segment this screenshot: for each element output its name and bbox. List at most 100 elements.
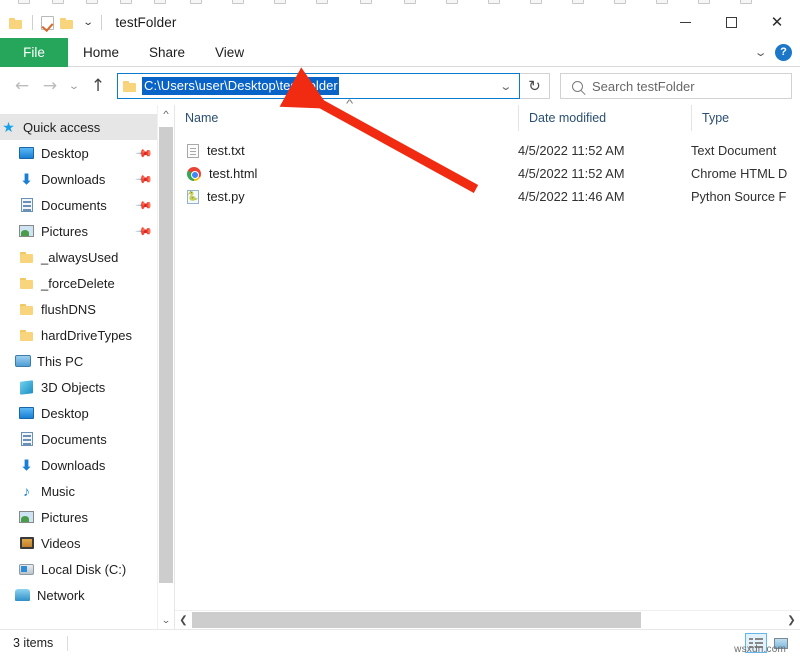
tab-share[interactable]: Share [134,38,200,67]
folder-icon [18,275,35,292]
help-icon[interactable]: ? [775,44,792,61]
scroll-thumb[interactable] [159,127,173,583]
sidebar-item-forcedelete[interactable]: _forceDelete [0,270,157,296]
address-input[interactable]: C:\Users\user\Desktop\testFolder ⌄ [117,73,520,99]
file-name-label: test.txt [207,143,245,158]
navigation-pane-scrollbar[interactable]: ^ ⌄ [157,105,174,629]
picture-icon [18,223,35,240]
up-button[interactable]: ↑ [84,71,112,101]
file-name-label: test.py [207,189,245,204]
sidebar-item-quick-access[interactable]: ★ Quick access [0,114,157,140]
file-name-cell[interactable]: test.txt [175,143,518,158]
sidebar-item-documents-qa[interactable]: Documents 📌 [0,192,157,218]
close-button[interactable]: ✕ [754,7,800,38]
scroll-left-button[interactable]: ❮ [175,611,192,629]
music-note-icon: ♪ [18,483,35,500]
pin-icon[interactable]: 📌 [135,196,154,215]
properties-checkbox-icon[interactable] [41,16,54,30]
clipped-toolbar-strip [0,0,800,7]
file-name-cell[interactable]: 🐍 test.py [175,189,518,204]
sidebar-item-label: Desktop [41,406,89,421]
item-count-label: 3 items [13,636,53,650]
sidebar-item-music[interactable]: ♪ Music [0,478,157,504]
table-row[interactable]: test.txt 4/5/2022 11:52 AM Text Document [175,139,800,162]
sidebar-item-local-disk-c[interactable]: Local Disk (C:) [0,556,157,582]
ribbon-tab-bar: File Home Share View ⌄ ? [0,38,800,67]
search-input[interactable]: Search testFolder [560,73,792,99]
maximize-button[interactable] [708,7,754,38]
sidebar-item-flushdns[interactable]: flushDNS [0,296,157,322]
scroll-right-button[interactable]: ❯ [783,611,800,629]
address-folder-icon [123,80,138,92]
chrome-file-icon [187,167,201,181]
python-file-icon: 🐍 [187,190,199,204]
sidebar-item-label: hardDriveTypes [41,328,132,343]
scroll-track[interactable] [158,123,174,611]
network-icon [14,587,31,604]
folder-icon[interactable] [9,17,24,29]
sidebar-item-label: Pictures [41,224,88,239]
video-icon [18,535,35,552]
refresh-button[interactable]: ↻ [520,73,550,99]
window-controls: ✕ [662,7,800,38]
address-dropdown-caret-icon[interactable]: ⌄ [499,80,518,93]
navigation-pane: ★ Quick access Desktop 📌 ⬇ Downloads 📌 D… [0,105,157,629]
qat-divider [32,15,33,30]
file-date-cell: 4/5/2022 11:52 AM [518,166,691,181]
file-date-cell: 4/5/2022 11:46 AM [518,189,691,204]
computer-icon [14,353,31,370]
sidebar-item-label: Videos [41,536,81,551]
sidebar-item-desktop-qa[interactable]: Desktop 📌 [0,140,157,166]
file-rows: test.txt 4/5/2022 11:52 AM Text Document… [175,131,800,610]
pin-icon[interactable]: 📌 [135,222,154,241]
table-row[interactable]: 🐍 test.py 4/5/2022 11:46 AM Python Sourc… [175,185,800,208]
file-type-cell: Chrome HTML D [691,166,800,181]
tab-home[interactable]: Home [68,38,134,67]
sidebar-item-downloads-qa[interactable]: ⬇ Downloads 📌 [0,166,157,192]
sidebar-item-this-pc[interactable]: This PC [0,348,157,374]
file-list-horizontal-scrollbar[interactable]: ❮ ❯ [175,610,800,629]
sidebar-item-label: Desktop [41,146,89,161]
scroll-thumb[interactable] [192,612,641,628]
pin-icon[interactable]: 📌 [135,144,154,163]
back-button[interactable]: ← [8,71,36,101]
download-icon: ⬇ [18,171,35,188]
customize-qat-caret-icon[interactable]: ⌄ [83,18,94,28]
status-divider [67,636,68,651]
table-row[interactable]: test.html 4/5/2022 11:52 AM Chrome HTML … [175,162,800,185]
sidebar-item-label: flushDNS [41,302,96,317]
address-path-text: C:\Users\user\Desktop\testFolder [142,77,339,95]
column-header-date-modified[interactable]: Date modified [518,105,691,131]
new-folder-icon[interactable] [60,17,75,29]
sidebar-item-network[interactable]: Network [0,582,157,608]
expand-ribbon-caret-icon[interactable]: ⌄ [753,46,767,59]
scroll-track[interactable] [192,611,783,629]
sidebar-item-harddrivetypes[interactable]: hardDriveTypes [0,322,157,348]
sidebar-item-label: _forceDelete [41,276,115,291]
sidebar-item-label: 3D Objects [41,380,105,395]
tab-view[interactable]: View [200,38,259,67]
sidebar-item-alwaysused[interactable]: _alwaysUsed [0,244,157,270]
sidebar-item-pictures-qa[interactable]: Pictures 📌 [0,218,157,244]
minimize-button[interactable] [662,7,708,38]
column-header-type[interactable]: Type [691,105,800,131]
tab-file[interactable]: File [0,38,68,67]
search-placeholder: Search testFolder [592,79,695,94]
sidebar-item-documents-pc[interactable]: Documents [0,426,157,452]
pin-icon[interactable]: 📌 [135,170,154,189]
title-bar: ⌄ testFolder ✕ [0,7,800,38]
sidebar-item-3d-objects[interactable]: 3D Objects [0,374,157,400]
sidebar-item-videos[interactable]: Videos [0,530,157,556]
sidebar-item-downloads-pc[interactable]: ⬇ Downloads [0,452,157,478]
sidebar-item-pictures-pc[interactable]: Pictures [0,504,157,530]
recent-locations-button[interactable]: ⌄ [60,71,88,101]
large-icons-view-button[interactable] [770,633,792,653]
monitor-icon [18,145,35,162]
file-name-cell[interactable]: test.html [175,166,518,181]
file-name-label: test.html [209,166,257,181]
status-bar: 3 items wsxdn.com [0,629,800,656]
sidebar-item-desktop-pc[interactable]: Desktop [0,400,157,426]
details-view-button[interactable] [745,633,767,653]
ribbon-right-controls: ⌄ ? [756,38,800,66]
sidebar-item-label: This PC [37,354,83,369]
